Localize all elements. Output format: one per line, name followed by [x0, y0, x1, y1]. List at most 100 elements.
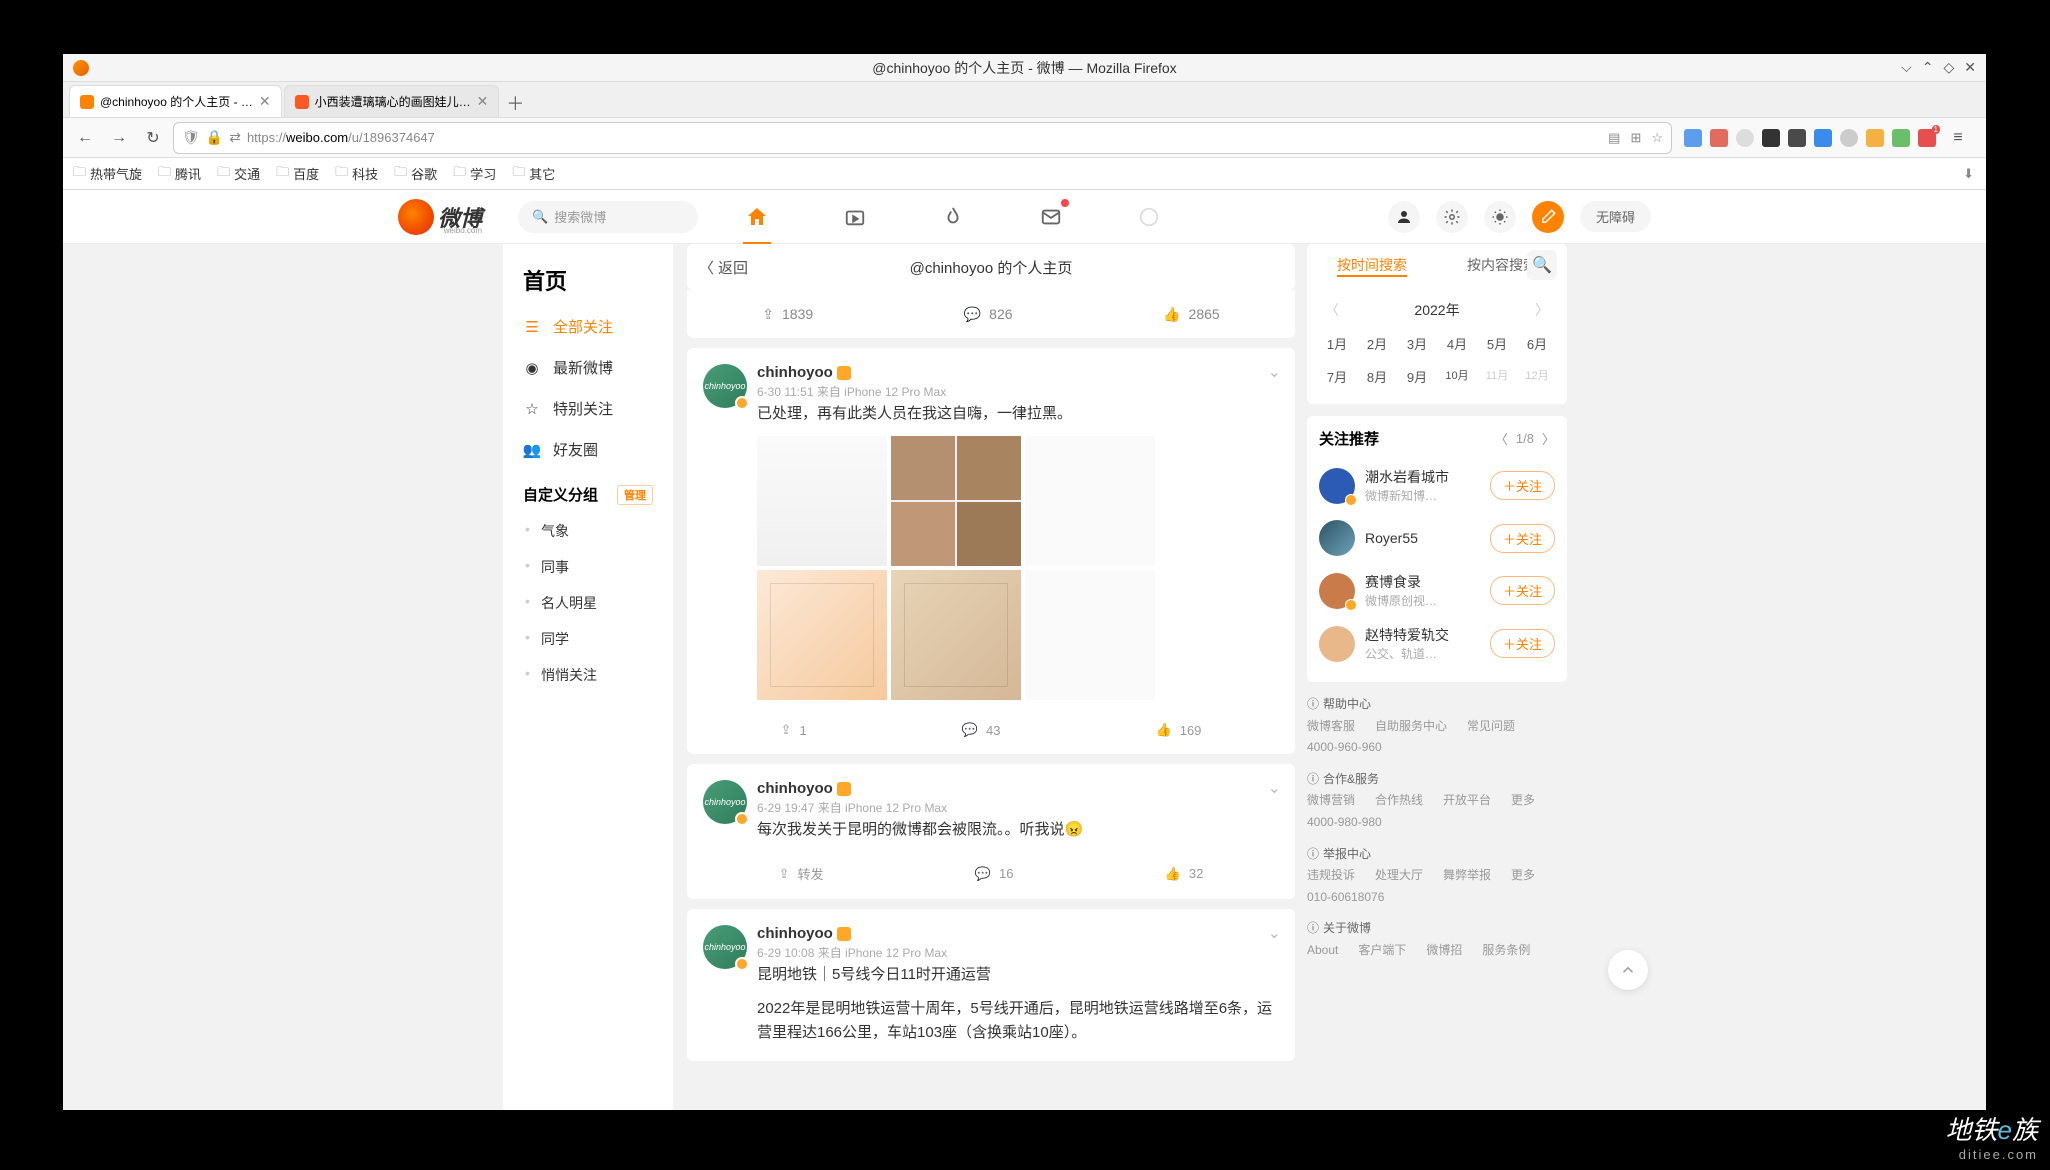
avatar[interactable]: chinhoyoo — [703, 364, 747, 408]
cal-month[interactable]: 6月 — [1519, 330, 1555, 357]
profile-button[interactable] — [1388, 201, 1420, 233]
cal-month[interactable]: 1月 — [1319, 330, 1355, 357]
post-image[interactable] — [757, 436, 887, 566]
avatar[interactable] — [1319, 520, 1355, 556]
bookmark-folder[interactable]: 🗀科技 — [335, 163, 378, 185]
cal-prev-icon[interactable]: 〈 — [1325, 300, 1339, 320]
bookmark-folder[interactable]: 🗀交通 — [217, 163, 260, 185]
comment-stat[interactable]: 💬826 — [964, 306, 1013, 323]
bookmark-folder[interactable]: 🗀百度 — [276, 163, 319, 185]
search-mini-button[interactable]: 🔍 — [1527, 250, 1557, 280]
nav-message-icon[interactable] — [1037, 203, 1065, 231]
avatar[interactable] — [1319, 626, 1355, 662]
cal-month[interactable]: 10月 — [1439, 363, 1475, 390]
cal-month[interactable]: 4月 — [1439, 330, 1475, 357]
sidebar-custom-item[interactable]: 同事 — [503, 549, 673, 585]
window-max-icon[interactable]: ◇ — [1943, 59, 1954, 76]
back-button[interactable]: 〈返回 — [699, 257, 748, 278]
tab-active[interactable]: @chinhoyoo 的个人主页 - … ✕ — [69, 85, 282, 117]
ext-icon[interactable] — [1762, 129, 1780, 147]
sidebar-item-all-follow[interactable]: ☰ 全部关注 — [503, 306, 673, 347]
window-min-icon[interactable]: ⌵ — [1901, 59, 1912, 76]
manage-button[interactable]: 管理 — [617, 485, 653, 505]
post-image[interactable] — [891, 570, 1021, 700]
footer-link[interactable]: 处理大厅 — [1375, 865, 1423, 887]
accessibility-button[interactable]: 无障碍 — [1580, 201, 1651, 232]
post-image[interactable] — [757, 570, 887, 700]
tab-search-time[interactable]: 按时间搜索 — [1307, 255, 1437, 275]
theme-button[interactable] — [1484, 201, 1516, 233]
avatar[interactable] — [1319, 573, 1355, 609]
post-image[interactable] — [1025, 570, 1155, 700]
avatar[interactable] — [1319, 468, 1355, 504]
post-more-icon[interactable]: ⌄ — [1268, 923, 1281, 943]
nav-home-icon[interactable] — [743, 203, 771, 231]
comment-button[interactable]: 💬43 — [962, 722, 1001, 738]
ext-icon[interactable] — [1892, 129, 1910, 147]
footer-link[interactable]: 开放平台 — [1443, 790, 1491, 812]
footer-link[interactable]: 更多 — [1511, 865, 1535, 887]
follow-button[interactable]: ＋关注 — [1490, 471, 1555, 500]
footer-link[interactable]: 合作热线 — [1375, 790, 1423, 812]
cal-month[interactable]: 3月 — [1399, 330, 1435, 357]
rec-name[interactable]: Royer55 — [1365, 530, 1480, 546]
sidebar-item-friends[interactable]: 👥 好友圈 — [503, 429, 673, 470]
nav-game-icon[interactable] — [1135, 203, 1163, 231]
ext-icon[interactable] — [1866, 129, 1884, 147]
cal-month[interactable]: 8月 — [1359, 363, 1395, 390]
sidebar-item-special[interactable]: ☆ 特别关注 — [503, 388, 673, 429]
post-more-icon[interactable]: ⌄ — [1268, 778, 1281, 798]
comment-button[interactable]: 💬16 — [975, 864, 1014, 883]
like-stat[interactable]: 👍2865 — [1163, 306, 1220, 323]
tab-add-button[interactable]: ＋ — [501, 89, 529, 117]
tab-close-icon[interactable]: ✕ — [477, 93, 489, 110]
download-icon[interactable]: ⬇ — [1963, 166, 1974, 182]
footer-link[interactable]: 微博营销 — [1307, 790, 1355, 812]
rec-name[interactable]: 潮水岩看城市 — [1365, 467, 1480, 487]
reload-button[interactable]: ↻ — [139, 124, 167, 152]
cal-next-icon[interactable]: 〉 — [1535, 300, 1549, 320]
tab-close-icon[interactable]: ✕ — [259, 93, 271, 110]
grid-icon[interactable]: ⊞ — [1630, 130, 1641, 146]
repost-button[interactable]: ⇪1 — [781, 722, 807, 738]
forward-button[interactable]: → — [105, 124, 133, 152]
follow-button[interactable]: ＋关注 — [1490, 629, 1555, 658]
footer-link[interactable]: 自助服务中心 — [1375, 716, 1447, 738]
cal-month[interactable]: 2月 — [1359, 330, 1395, 357]
sidebar-custom-item[interactable]: 名人明星 — [503, 585, 673, 621]
post-username[interactable]: chinhoyoo — [757, 925, 947, 942]
nav-hot-icon[interactable] — [939, 203, 967, 231]
window-up-icon[interactable]: ⌃ — [1922, 59, 1934, 76]
like-button[interactable]: 👍169 — [1156, 722, 1202, 738]
menu-button[interactable]: ≡ — [1944, 124, 1972, 152]
rec-name[interactable]: 赵特特爱轨交 — [1365, 625, 1480, 645]
ext-icon[interactable] — [1788, 129, 1806, 147]
back-to-top-button[interactable] — [1608, 950, 1648, 990]
avatar[interactable]: chinhoyoo — [703, 780, 747, 824]
footer-link[interactable]: 舞弊举报 — [1443, 865, 1491, 887]
cal-month[interactable]: 7月 — [1319, 363, 1355, 390]
ext-icon[interactable] — [1684, 129, 1702, 147]
avatar[interactable]: chinhoyoo — [703, 925, 747, 969]
cal-month[interactable]: 9月 — [1399, 363, 1435, 390]
bookmark-folder[interactable]: 🗀学习 — [453, 163, 496, 185]
ext-icon[interactable]: 1 — [1918, 129, 1936, 147]
footer-link[interactable]: 更多 — [1511, 790, 1535, 812]
ext-icon[interactable] — [1840, 129, 1858, 147]
footer-link[interactable]: About — [1307, 940, 1338, 962]
post-username[interactable]: chinhoyoo — [757, 364, 946, 381]
back-button[interactable]: ← — [71, 124, 99, 152]
repost-stat[interactable]: ⇪1839 — [762, 306, 813, 323]
follow-button[interactable]: ＋关注 — [1490, 576, 1555, 605]
window-close-icon[interactable]: ✕ — [1964, 59, 1976, 76]
sidebar-custom-item[interactable]: 气象 — [503, 513, 673, 549]
sidebar-custom-item[interactable]: 同学 — [503, 621, 673, 657]
sidebar-custom-item[interactable]: 悄悄关注 — [503, 657, 673, 693]
footer-link[interactable]: 微博招 — [1426, 940, 1462, 962]
sidebar-item-latest[interactable]: ◉ 最新微博 — [503, 347, 673, 388]
post-image[interactable] — [1025, 436, 1155, 566]
page-prev-icon[interactable]: 〈 — [1495, 429, 1508, 448]
ext-icon[interactable] — [1710, 129, 1728, 147]
footer-link[interactable]: 服务条例 — [1482, 940, 1530, 962]
tab-inactive[interactable]: 小西装遭璃璃心的画图娃儿… ✕ — [284, 85, 500, 117]
